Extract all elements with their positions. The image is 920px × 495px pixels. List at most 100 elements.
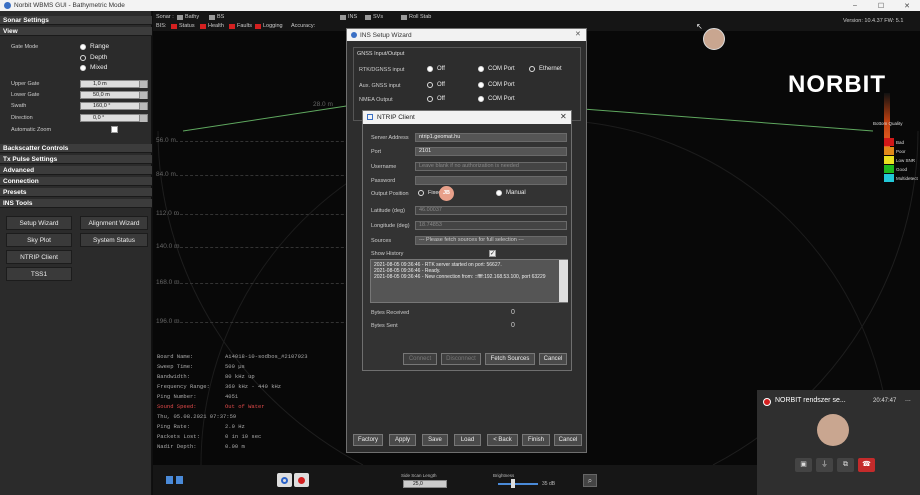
faults-indicator: Faults <box>229 23 252 29</box>
manual-radio[interactable]: Manual <box>496 190 526 196</box>
grid-icon[interactable] <box>166 476 173 484</box>
camera-icon[interactable]: ▣ <box>795 458 812 472</box>
finish-button[interactable]: Finish <box>522 434 550 446</box>
port-input[interactable]: 2101 <box>415 147 567 156</box>
nmea-off-radio[interactable]: Off <box>427 96 445 102</box>
apply-button[interactable]: Apply <box>389 434 416 446</box>
upper-gate-label: Upper Gate <box>11 81 40 87</box>
zoom-icon[interactable]: ⌕ <box>583 474 597 487</box>
bathy-toggle[interactable]: Bathy <box>177 14 199 20</box>
side-scan-input[interactable]: 25,0 <box>403 480 447 488</box>
rtk-com-radio[interactable]: COM Port <box>478 66 515 72</box>
gate-mode-range[interactable]: Range <box>80 43 109 50</box>
app-logo-icon <box>4 2 11 9</box>
section-sonar-settings[interactable]: Sonar Settings <box>0 16 152 25</box>
latitude-label: Latitude (deg) <box>371 208 405 214</box>
fetch-sources-button[interactable]: Fetch Sources <box>485 353 535 365</box>
longitude-input[interactable]: 18.74853 <box>415 221 567 230</box>
show-history-checkbox[interactable]: ✓ <box>489 250 496 257</box>
load-button[interactable]: Load <box>454 434 481 446</box>
maximize-button[interactable]: ☐ <box>868 0 894 11</box>
history-scrollbar[interactable] <box>559 260 568 302</box>
bytes-received-value: 0 <box>511 309 515 316</box>
ntrip-cancel-button[interactable]: Cancel <box>539 353 567 365</box>
rtk-ethernet-radio[interactable]: Ethernet <box>529 66 562 72</box>
lower-gate-input[interactable]: 50,0 m <box>80 91 148 99</box>
presenter-avatar <box>703 28 725 50</box>
show-history-label: Show History <box>371 251 404 257</box>
history-log[interactable]: 2021-08-05 09:36:46 - RTK server started… <box>370 259 568 303</box>
spin-arrows-icon[interactable] <box>139 115 147 122</box>
aux-gnss-label: Aux. GNSS input <box>359 83 401 89</box>
connect-button[interactable]: Connect <box>403 353 437 365</box>
section-presets[interactable]: Presets <box>0 188 152 197</box>
section-tx-pulse[interactable]: Tx Pulse Settings <box>0 155 152 164</box>
spin-arrows-icon[interactable] <box>139 103 147 110</box>
legend-poor: Poor <box>884 147 906 155</box>
server-address-input[interactable]: ntrip1.geomat.hu <box>415 133 567 142</box>
factory-button[interactable]: Factory <box>353 434 383 446</box>
rtk-off-radio[interactable]: Off <box>427 66 445 72</box>
password-input[interactable] <box>415 176 567 185</box>
fixed-radio[interactable]: Fixed <box>418 190 441 196</box>
brightness-value: 35 dB <box>542 481 556 487</box>
brightness-slider-track[interactable] <box>498 483 538 485</box>
aux-off-radio[interactable]: Off <box>427 82 445 88</box>
info-value: 80 kHz up <box>225 373 255 380</box>
close-button[interactable]: ✕ <box>894 0 920 11</box>
sky-plot-button[interactable]: Sky Plot <box>6 233 72 247</box>
setup-wizard-button[interactable]: Setup Wizard <box>6 216 72 230</box>
save-button[interactable]: Save <box>422 434 448 446</box>
record-icon <box>298 477 305 484</box>
upper-gate-input[interactable]: 1,0 m <box>80 80 148 88</box>
username-input[interactable]: Leave blank if no authorization is neede… <box>415 162 567 171</box>
microphone-icon[interactable]: ⏚ <box>816 458 833 472</box>
gate-mode-mixed[interactable]: Mixed <box>80 64 107 71</box>
lower-gate-label: Lower Gate <box>11 92 40 98</box>
sonar-label: Sonar : <box>156 14 174 20</box>
aux-com-radio[interactable]: COM Port <box>478 82 515 88</box>
auto-zoom-checkbox[interactable] <box>111 126 118 133</box>
swath-input[interactable]: 160,0 ° <box>80 102 148 110</box>
section-advanced[interactable]: Advanced <box>0 166 152 175</box>
bs-toggle[interactable]: BS <box>209 14 224 20</box>
call-more-button[interactable]: ... <box>905 396 911 403</box>
info-value: 500 µs <box>225 363 245 370</box>
minimize-button[interactable]: – <box>842 0 868 11</box>
window-title: Norbit WBMS GUI - Bathymetric Mode <box>14 2 125 9</box>
hang-up-icon[interactable]: ☎ <box>858 458 875 472</box>
disconnect-button[interactable]: Disconnect <box>441 353 481 365</box>
spin-arrows-icon[interactable] <box>139 81 147 88</box>
section-backscatter[interactable]: Backscatter Controls <box>0 144 152 153</box>
direction-input[interactable]: 0,0 ° <box>80 114 148 122</box>
info-key: Bandwidth: <box>157 373 191 380</box>
back-button[interactable]: < Back <box>487 434 518 446</box>
cancel-button[interactable]: Cancel <box>554 434 582 446</box>
latitude-input[interactable]: 46.00037 <box>415 206 567 215</box>
svs-indicator: SVs <box>365 14 383 20</box>
legend-low-snr: Low SNR <box>884 156 915 164</box>
sources-select[interactable]: --- Please fetch sources for full select… <box>415 236 567 245</box>
svs-indicator-icon <box>365 14 371 20</box>
close-icon[interactable]: ✕ <box>575 30 581 38</box>
share-screen-icon[interactable]: ⧉ <box>837 458 854 472</box>
brightness-slider-handle[interactable] <box>511 479 515 488</box>
alignment-wizard-button[interactable]: Alignment Wizard <box>80 216 148 230</box>
section-connection[interactable]: Connection <box>0 177 152 186</box>
section-ins-tools[interactable]: INS Tools <box>0 199 152 208</box>
gate-mode-depth[interactable]: Depth <box>80 54 107 61</box>
section-view[interactable]: View <box>0 27 152 36</box>
legend-swatch <box>884 138 894 146</box>
ntrip-client-button[interactable]: NTRIP Client <box>6 250 72 264</box>
swath-label: Swath <box>11 103 27 109</box>
gate-mode-label: Gate Mode <box>11 44 39 50</box>
system-status-button[interactable]: System Status <box>80 233 148 247</box>
nmea-com-radio[interactable]: COM Port <box>478 96 515 102</box>
spin-arrows-icon[interactable] <box>139 92 147 99</box>
info-key: Ping Rate: <box>157 423 191 430</box>
tss1-button[interactable]: TSS1 <box>6 267 72 281</box>
close-icon[interactable]: ✕ <box>560 112 567 121</box>
layout-icon[interactable] <box>176 476 183 484</box>
cursor-badge: JB <box>439 186 454 201</box>
ins-wizard-titlebar: INS Setup Wizard ✕ <box>347 29 586 41</box>
